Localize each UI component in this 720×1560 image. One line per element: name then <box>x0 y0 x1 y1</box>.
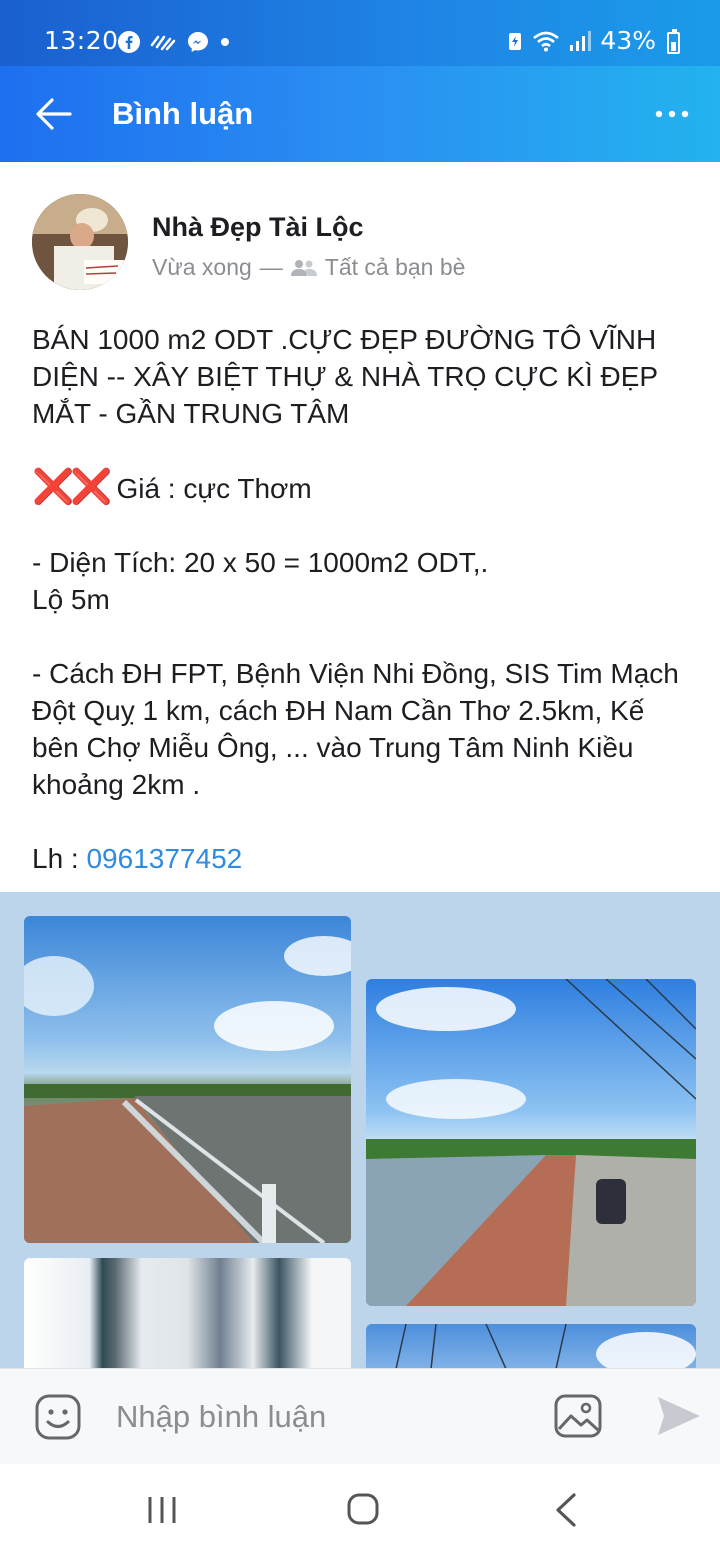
wifi-icon <box>533 31 560 51</box>
send-icon[interactable] <box>654 1393 702 1439</box>
system-nav-bar <box>0 1464 720 1560</box>
signal-icon <box>570 30 592 51</box>
post-price: ❌❌ Giá : cực Thơm <box>32 469 692 507</box>
post-location: - Cách ĐH FPT, Bệnh Viện Nhi Đồng, SIS T… <box>32 658 679 800</box>
contact-label: Lh : <box>32 843 87 874</box>
post-road: Lộ 5m <box>32 584 110 615</box>
home-icon[interactable] <box>346 1492 380 1526</box>
page-title: Bình luận <box>112 96 254 131</box>
comment-input[interactable] <box>100 1387 520 1447</box>
photo-grid <box>0 892 720 1368</box>
emoji-icon[interactable] <box>34 1393 82 1441</box>
author-name[interactable]: Nhà Đẹp Tài Lộc <box>152 212 364 243</box>
post-contact: Lh : 0961377452 <box>32 840 692 877</box>
phone-link[interactable]: 0961377452 <box>86 843 242 874</box>
facebook-icon <box>118 31 140 53</box>
post-audience: Tất cả bạn bè <box>324 254 466 280</box>
cross-mark-icon: ❌❌ <box>32 468 113 506</box>
post-text: BÁN 1000 m2 ODT .CỰC ĐẸP ĐƯỜNG TÔ VĨNH D… <box>32 321 692 877</box>
friends-icon <box>290 259 317 276</box>
avatar[interactable] <box>32 194 128 290</box>
image-icon[interactable] <box>553 1393 603 1439</box>
post-meta: Vừa xong — Tất cả bạn bè <box>152 254 465 281</box>
battery-saver-icon <box>509 32 522 50</box>
app-bar: Bình luận <box>0 66 720 162</box>
status-bar: 13:20 43% <box>0 0 720 66</box>
battery-icon <box>667 29 680 54</box>
post-headline: BÁN 1000 m2 ODT .CỰC ĐẸP ĐƯỜNG TÔ VĨNH D… <box>32 324 658 429</box>
photo-canal-walkway[interactable] <box>24 916 351 1243</box>
battery-percent: 43% <box>600 26 656 55</box>
photo-sky-wires[interactable] <box>366 1324 696 1368</box>
recent-apps-icon[interactable] <box>146 1494 178 1526</box>
activity-icon <box>150 35 176 51</box>
photo-interior[interactable] <box>24 1258 351 1368</box>
dot-icon <box>221 38 229 46</box>
meta-separator: — <box>259 254 283 280</box>
photo-riverside-road[interactable] <box>366 979 696 1306</box>
post-time: Vừa xong <box>152 254 252 280</box>
back-icon[interactable] <box>552 1492 578 1528</box>
more-horizontal-icon[interactable] <box>654 96 690 132</box>
arrow-left-icon[interactable] <box>30 92 78 136</box>
status-time: 13:20 <box>44 26 119 55</box>
post-price-text: Giá : cực Thơm <box>108 473 312 504</box>
messenger-icon <box>188 32 208 52</box>
comment-bar <box>0 1368 720 1464</box>
post-area: - Diện Tích: 20 x 50 = 1000m2 ODT,. <box>32 547 489 578</box>
